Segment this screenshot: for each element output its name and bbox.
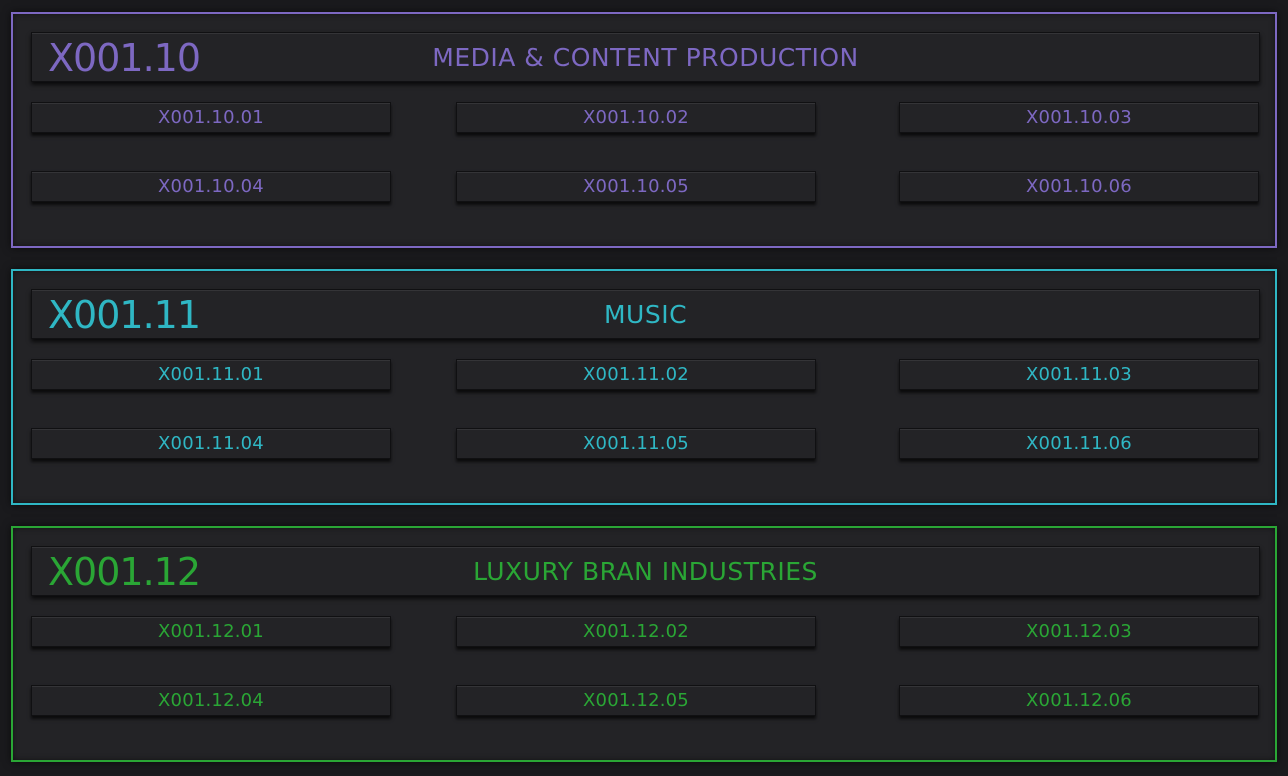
section-panel: X001.11 MUSIC X001.11.01 X001.11.02 X001… xyxy=(11,269,1277,505)
subsection-button[interactable]: X001.10.02 xyxy=(456,102,816,133)
subsection-button[interactable]: X001.10.04 xyxy=(31,171,391,202)
subsection-button[interactable]: X001.12.06 xyxy=(899,685,1259,716)
subsection-button[interactable]: X001.12.03 xyxy=(899,616,1259,647)
subsection-button[interactable]: X001.11.02 xyxy=(456,359,816,390)
subsection-button[interactable]: X001.11.03 xyxy=(899,359,1259,390)
section-title: MEDIA & CONTENT PRODUCTION xyxy=(432,43,859,72)
subsection-button[interactable]: X001.11.06 xyxy=(899,428,1259,459)
section-title: MUSIC xyxy=(603,300,688,329)
subsection-button[interactable]: X001.12.05 xyxy=(456,685,816,716)
section-header[interactable]: X001.11 MUSIC xyxy=(31,289,1260,339)
section-panel: X001.12 LUXURY BRAN INDUSTRIES X001.12.0… xyxy=(11,526,1277,762)
subsection-button[interactable]: X001.12.04 xyxy=(31,685,391,716)
subsection-button[interactable]: X001.11.05 xyxy=(456,428,816,459)
page: X001.10 MEDIA & CONTENT PRODUCTION X001.… xyxy=(0,0,1288,776)
subsection-button[interactable]: X001.12.02 xyxy=(456,616,816,647)
subsection-button[interactable]: X001.10.06 xyxy=(899,171,1259,202)
subsection-button[interactable]: X001.10.01 xyxy=(31,102,391,133)
subsection-button[interactable]: X001.10.03 xyxy=(899,102,1259,133)
section-title: LUXURY BRAN INDUSTRIES xyxy=(473,557,818,586)
subsection-button[interactable]: X001.10.05 xyxy=(456,171,816,202)
section-header[interactable]: X001.10 MEDIA & CONTENT PRODUCTION xyxy=(31,32,1260,82)
subsection-button[interactable]: X001.12.01 xyxy=(31,616,391,647)
section-header[interactable]: X001.12 LUXURY BRAN INDUSTRIES xyxy=(31,546,1260,596)
section-panel: X001.10 MEDIA & CONTENT PRODUCTION X001.… xyxy=(11,12,1277,248)
subsection-button[interactable]: X001.11.04 xyxy=(31,428,391,459)
subsection-button[interactable]: X001.11.01 xyxy=(31,359,391,390)
